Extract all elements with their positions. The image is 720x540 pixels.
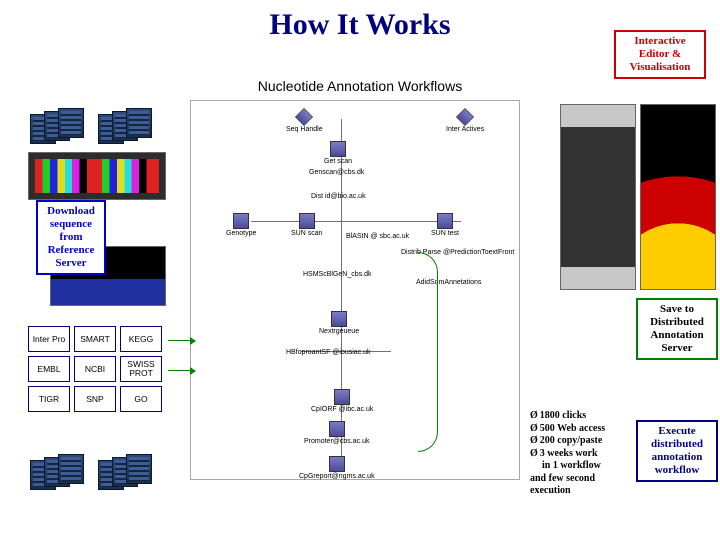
db-interpro: Inter Pro [28,326,70,352]
page-subtitle: Nucleotide Annotation Workflows [0,78,720,94]
db-smart: SMART [74,326,116,352]
stat-copypaste: 200 copy/paste [530,435,638,448]
screenshot-panel-icon [560,104,636,290]
wf-node: Seq Handle [286,109,323,133]
stat-tail: and few second [530,473,638,486]
server-cluster-icon [98,454,158,492]
db-kegg: KEGG [120,326,162,352]
db-tigr: TIGR [28,386,70,412]
stat-tail: execution [530,485,638,498]
server-cluster-icon [30,108,90,146]
page-title: How It Works [0,8,720,42]
db-embl: EMBL [28,356,70,382]
wf-label: Nextrgeueue [319,328,359,335]
wf-label: HSMScBlGeN_cbs.dk [303,271,371,278]
wf-label: HBfoproantSF @iousiac.uk [286,349,371,356]
server-cluster-icon [30,454,90,492]
wf-label: Inter Actives [446,126,484,133]
stat-tail: in 1 workflow [530,460,638,473]
wf-label: Dist id@bio.ac.uk [311,193,366,200]
server-cluster-icon [98,108,158,146]
db-go: GO [120,386,162,412]
db-snp: SNP [74,386,116,412]
wf-label: Get scan [324,158,352,165]
db-swissprot: SWISS PROT [120,356,162,382]
wf-label: CpIORF @ibc.ac.uk [311,406,373,413]
db-ncbi: NCBI [74,356,116,382]
brace-icon [418,252,438,452]
wf-node: Promoter@cbs.ac.uk [304,421,369,445]
arrow-icon [168,370,192,371]
wf-node: HBfoproantSF @iousiac.uk [286,349,371,356]
wf-node: Genotype [226,213,256,237]
screenshot-sequence-icon [28,152,166,200]
wf-label: Seq Handle [286,126,323,133]
wf-node: SUN test [431,213,459,237]
wf-label: SUN scan [291,230,323,237]
wf-node: Nextrgeueue [319,311,359,335]
wf-node: Dist id@bio.ac.uk [311,193,366,200]
wf-label: SUN test [431,230,459,237]
database-grid: Inter Pro SMART KEGG EMBL NCBI SWISS PRO… [28,326,162,412]
wf-node: BlAStN @ sbc.ac.uk [346,233,409,240]
wf-node: HSMScBlGeN_cbs.dk [303,271,371,278]
wf-label: Promoter@cbs.ac.uk [304,438,369,445]
wf-label: CpGreport@ngms.ac.uk [299,473,375,480]
wf-node: Get scan [324,141,352,165]
wf-label: Genotype [226,230,256,237]
box-execute-workflow: Execute distributed annotation workflow [636,420,718,482]
box-download-sequence: Download sequence from Reference Server [36,200,106,275]
stat-weeks: 3 weeks work [530,448,638,461]
arrow-icon [168,340,192,341]
stats-block: 1800 clicks 500 Web access 200 copy/past… [530,410,638,498]
screenshot-waveform-icon [640,104,716,290]
box-save-annotation: Save to Distributed Annotation Server [636,298,718,360]
stat-clicks: 1800 clicks [530,410,638,423]
wf-node: CpIORF @ibc.ac.uk [311,389,373,413]
stat-web: 500 Web access [530,423,638,436]
wf-label: BlAStN @ sbc.ac.uk [346,233,409,240]
wf-label: Genscan@cbs.dk [309,169,364,176]
wf-node: Genscan@cbs.dk [309,169,364,176]
wf-node: CpGreport@ngms.ac.uk [299,456,375,480]
workflow-canvas: Seq Handle Inter Actives Get scan Gensca… [190,100,520,480]
wf-node: SUN scan [291,213,323,237]
box-interactive-editor: Interactive Editor & Visualisation [614,30,706,79]
wf-node: Inter Actives [446,109,484,133]
